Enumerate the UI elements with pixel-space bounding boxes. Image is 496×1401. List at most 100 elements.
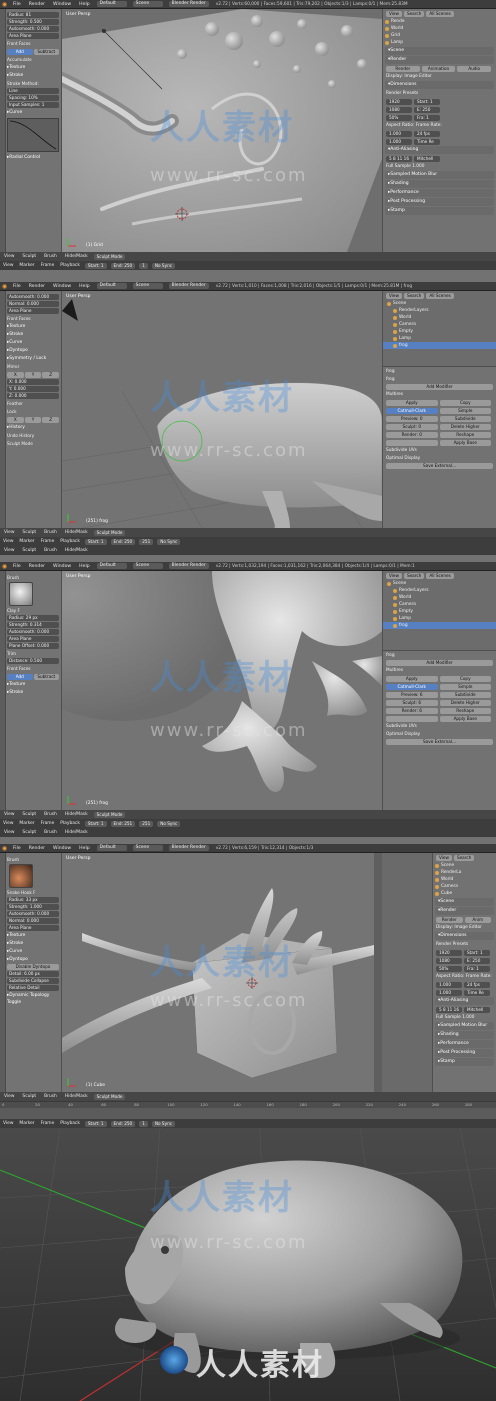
setting-field[interactable]: Distance: 0.500 <box>7 658 59 664</box>
outliner-item[interactable]: Empty <box>383 608 496 615</box>
setting-field[interactable]: Autosmooth: 0.000 <box>7 629 59 635</box>
timeline-menu-playback[interactable]: Playback <box>57 1121 83 1126</box>
timeline-menu-frame[interactable]: Frame <box>38 821 58 826</box>
menu-window[interactable]: Window <box>49 846 75 851</box>
number-field[interactable]: 1.000 <box>436 989 462 996</box>
number-field[interactable]: 24 fps <box>464 981 490 988</box>
properties-section-header[interactable]: Performance <box>435 1040 494 1048</box>
outliner-item[interactable]: frog <box>383 342 496 349</box>
modifier-button[interactable]: Simple <box>439 407 491 414</box>
modifier-button[interactable]: Apply <box>386 399 438 406</box>
layout-selector[interactable]: Default <box>96 845 127 851</box>
viewport-menu-hide-mask[interactable]: Hide/Mask <box>61 548 92 553</box>
outliner-item[interactable]: RenderLayers <box>383 587 496 594</box>
panel-section-header[interactable]: Curve <box>7 339 59 346</box>
render-engine-selector[interactable]: Blender Render <box>168 563 209 569</box>
number-field[interactable]: 24 fps <box>414 130 440 137</box>
layout-selector[interactable]: Default <box>96 283 127 289</box>
panel-section-header[interactable]: Dyntopo <box>7 956 59 963</box>
timeline-menu-playback[interactable]: Playback <box>57 821 83 826</box>
properties-section-header[interactable]: Render <box>385 56 494 64</box>
axis-toggle-button[interactable]: X <box>7 416 24 423</box>
mode-selector[interactable]: Sculpt Mode <box>93 529 126 536</box>
start-frame-field[interactable]: Start: 1 <box>84 1120 107 1127</box>
outliner-item[interactable]: Camera <box>433 883 496 890</box>
viewport-menu-sculpt[interactable]: Sculpt <box>18 254 40 259</box>
menu-render[interactable]: Render <box>25 564 49 569</box>
action-button[interactable]: Add Modifier <box>386 660 493 666</box>
outliner-tab[interactable]: View <box>386 572 402 579</box>
outliner-tab[interactable]: All Scenes <box>426 572 454 579</box>
panel-section-header[interactable]: Dyntopo <box>7 347 59 354</box>
setting-field[interactable]: Plane Offset: 0.000 <box>7 643 59 649</box>
timeline-ruler[interactable]: 0 20 40 60 80 100 120 140 160 180 200 220 240 260 280 <box>0 1102 496 1108</box>
number-field[interactable]: Time Re <box>464 989 490 996</box>
setting-field[interactable]: Normal: 0.000 <box>7 301 59 307</box>
timeline-menu-marker[interactable]: Marker <box>16 539 37 544</box>
modifier-button[interactable]: Simple <box>439 683 491 690</box>
properties-section-header[interactable]: Sampled Motion Blur <box>435 1022 494 1030</box>
menu-render[interactable]: Render <box>25 284 49 289</box>
modifier-button[interactable]: Preview: 6 <box>386 691 438 698</box>
render-engine-selector[interactable]: Blender Render <box>168 283 209 289</box>
mode-selector[interactable]: Sculpt Mode <box>93 253 126 260</box>
panel-section-header[interactable]: History <box>7 424 59 431</box>
axis-toggle-button[interactable]: Y <box>24 416 42 423</box>
number-field[interactable]: E: 250 <box>414 106 440 113</box>
properties-section-header[interactable]: Scene <box>435 898 494 906</box>
modifier-button[interactable]: Anim <box>464 916 491 923</box>
timeline-menu-frame[interactable]: Frame <box>38 1121 58 1126</box>
tab-button[interactable]: View <box>436 854 452 861</box>
3d-viewport[interactable]: User Persp (251) frog <box>62 571 382 810</box>
viewport-menu-sculpt[interactable]: Sculpt <box>18 530 40 535</box>
menu-file[interactable]: File <box>9 2 25 7</box>
outliner-item[interactable]: frog <box>383 622 496 629</box>
start-frame-field[interactable]: Start: 1 <box>84 538 107 545</box>
outliner-item[interactable]: Lamp <box>383 39 496 46</box>
properties-section-header[interactable]: Sampled Motion Blur <box>385 171 494 179</box>
start-frame-field[interactable]: Start: 1 <box>84 262 107 269</box>
end-frame-field[interactable]: End: 250 <box>110 1120 136 1127</box>
current-frame-field[interactable]: 1 <box>139 262 148 269</box>
setting-field[interactable]: Normal: 0.000 <box>7 918 59 924</box>
menu-file[interactable]: File <box>9 846 25 851</box>
scene-selector[interactable]: Scene <box>132 1 163 7</box>
panel-section-header[interactable]: Texture <box>7 64 59 71</box>
outliner-item[interactable]: RenderLayers <box>383 307 496 314</box>
3d-viewport[interactable]: User Persp (1) Grid <box>62 9 382 252</box>
menu-help[interactable]: Help <box>75 284 93 289</box>
menu-help[interactable]: Help <box>75 846 93 851</box>
render-engine-selector[interactable]: Blender Render <box>168 845 209 851</box>
outliner-item[interactable]: Cube <box>433 890 496 897</box>
setting-field[interactable]: Autosmooth: 0.000 <box>7 911 59 917</box>
outliner-item[interactable]: Scene <box>383 580 496 587</box>
outliner-item[interactable]: Lamp <box>383 615 496 622</box>
outliner-item[interactable]: Camera <box>383 321 496 328</box>
outliner-item[interactable]: World <box>433 876 496 883</box>
properties-section-header[interactable]: Performance <box>385 189 494 197</box>
modifier-button[interactable]: Reshape <box>439 707 491 714</box>
current-frame-field[interactable]: 1 <box>139 1120 148 1127</box>
modifier-button[interactable]: Render <box>436 916 463 923</box>
axis-toggle-button[interactable]: X <box>7 371 24 378</box>
outliner-item[interactable]: RenderLa <box>433 869 496 876</box>
sync-selector[interactable]: No Sync <box>157 538 181 545</box>
blender-logo-icon[interactable]: ◉ <box>0 282 9 290</box>
panel-section-header[interactable]: Symmetry / Lock <box>7 355 59 362</box>
action-button[interactable]: Save External... <box>386 739 493 745</box>
timeline-menu-marker[interactable]: Marker <box>16 1121 37 1126</box>
setting-field[interactable]: Strength: 1.000 <box>7 904 59 910</box>
setting-field[interactable]: Strength: 0.500 <box>7 19 59 25</box>
modifier-button[interactable]: Copy <box>439 399 491 406</box>
timeline-menu-marker[interactable]: Marker <box>16 821 37 826</box>
timeline-menu-view[interactable]: View <box>0 539 16 544</box>
outliner-tab[interactable]: Search <box>403 572 425 579</box>
render-engine-selector[interactable]: Blender Render <box>168 1 209 7</box>
outliner-tab[interactable]: View <box>386 292 402 299</box>
layout-selector[interactable]: Default <box>96 1 127 7</box>
panel-section-header[interactable]: Texture <box>7 932 59 939</box>
tab-button[interactable]: All Scenes <box>426 10 454 17</box>
blender-logo-icon[interactable]: ◉ <box>0 562 9 570</box>
number-field[interactable]: Fra: 1 <box>414 114 440 121</box>
action-button[interactable]: Save External... <box>386 463 493 469</box>
